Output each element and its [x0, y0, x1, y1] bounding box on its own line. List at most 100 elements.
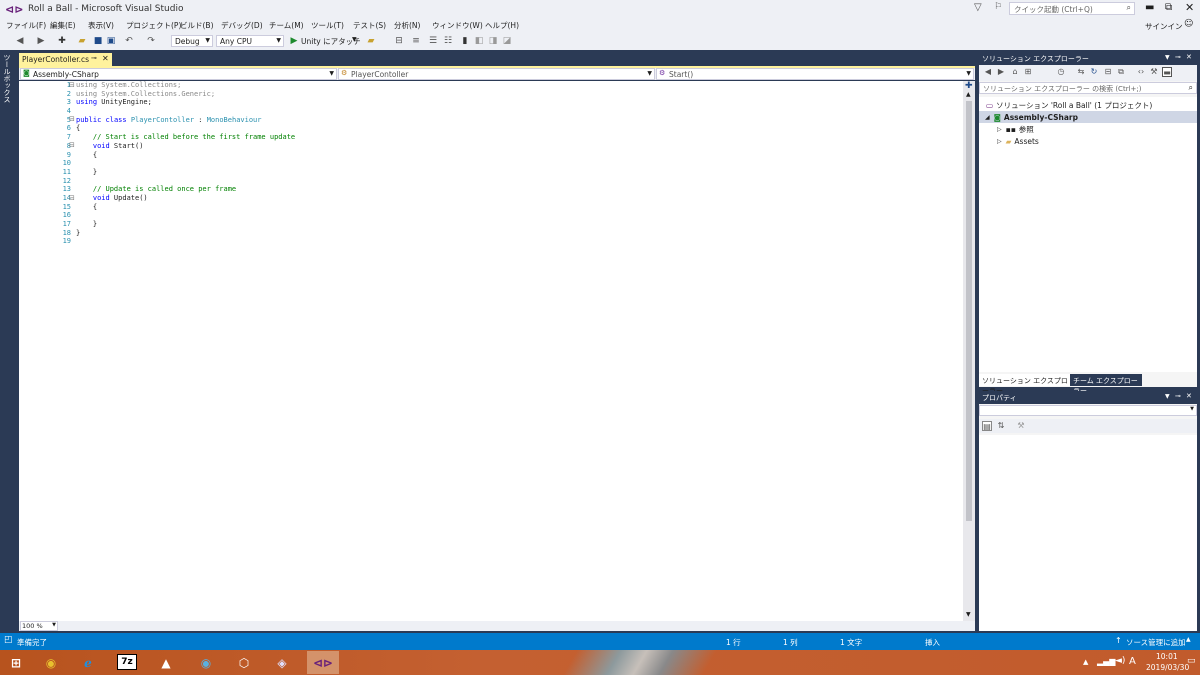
nav-member-dropdown[interactable]: ⚙ Start() ▼: [656, 68, 974, 80]
properties-object-selector[interactable]: ▼: [979, 405, 1197, 416]
alphabetical-icon[interactable]: ⇅: [996, 421, 1006, 431]
chrome-icon[interactable]: ◉: [40, 652, 62, 673]
back-icon[interactable]: ◀: [983, 67, 993, 77]
tray-chevron-icon[interactable]: ▲: [1083, 658, 1088, 666]
close-icon[interactable]: ✕: [1186, 392, 1192, 400]
sync-icon[interactable]: ⇆: [1076, 67, 1086, 77]
forward-icon[interactable]: ▶: [996, 67, 1006, 77]
vertical-scrollbar[interactable]: ✚ ▲ ▼: [963, 81, 975, 621]
panel-menu-icon[interactable]: ▼: [1165, 54, 1170, 61]
toolbox-side-tab[interactable]: ツールボックス: [2, 52, 16, 112]
menu-tools[interactable]: ツール(T): [311, 20, 344, 31]
property-pages-icon[interactable]: ⚒: [1016, 421, 1026, 431]
play-icon[interactable]: ▶: [289, 35, 299, 47]
open-file-icon[interactable]: ▰: [76, 35, 88, 47]
categorized-icon[interactable]: ▤: [982, 421, 992, 431]
collapse-toggle-icon[interactable]: ⊟: [69, 81, 75, 89]
solution-search-input[interactable]: ソリューション エクスプローラー の検索 (Ctrl+;): [983, 84, 1141, 94]
refresh-icon[interactable]: ↻: [1089, 67, 1099, 77]
collapse-all-icon[interactable]: ⊟: [1103, 67, 1113, 77]
menu-edit[interactable]: 編集(E): [50, 20, 76, 31]
onigiri-app-icon[interactable]: ▲: [155, 652, 177, 673]
menu-window[interactable]: ウィンドウ(W): [432, 20, 483, 31]
solution-search-box[interactable]: ソリューション エクスプローラー の検索 (Ctrl+;) ⌕: [979, 82, 1197, 94]
platform-dropdown[interactable]: Any CPU ▼: [216, 35, 284, 47]
volume-icon[interactable]: ◄): [1115, 656, 1125, 666]
windows-start-icon[interactable]: ⊞: [5, 652, 27, 673]
close-button[interactable]: ✕: [1185, 1, 1194, 14]
undo-icon[interactable]: ↶: [123, 35, 135, 47]
minimize-button[interactable]: ▬: [1145, 2, 1154, 13]
account-icon[interactable]: ☺: [1184, 19, 1193, 29]
pin-icon[interactable]: ⊸: [91, 54, 97, 62]
indent-icon[interactable]: ≡: [410, 35, 422, 47]
switch-views-icon[interactable]: ⊞: [1023, 67, 1033, 77]
comment-icon[interactable]: ☰: [427, 35, 439, 47]
close-icon[interactable]: ✕: [1186, 53, 1192, 61]
menu-debug[interactable]: デバッグ(D): [221, 20, 263, 31]
nav-project-dropdown[interactable]: ◙ Assembly-CSharp ▼: [20, 68, 337, 80]
tree-item-assets[interactable]: ▷ ▰ Assets: [997, 135, 1039, 147]
flag-icon[interactable]: ▮: [459, 35, 471, 47]
collapse-toggle-icon[interactable]: ⊟: [69, 141, 75, 149]
pin-icon[interactable]: ⊸: [1175, 53, 1181, 61]
redo-icon[interactable]: ↷: [145, 35, 157, 47]
next-bookmark-icon[interactable]: ◨: [487, 35, 499, 47]
feedback-icon[interactable]: ⚐: [994, 2, 1002, 12]
chevron-up-icon[interactable]: ▲: [1186, 636, 1191, 643]
tree-item-solution[interactable]: ▭ ソリューション 'Roll a Ball' (1 プロジェクト): [986, 99, 1152, 111]
clear-bookmark-icon[interactable]: ◪: [501, 35, 513, 47]
clock-date[interactable]: 2019/03/30: [1146, 663, 1189, 672]
tree-item-project[interactable]: ◢ ◙ Assembly-CSharp: [979, 111, 1197, 123]
network-icon[interactable]: ▂▄▆: [1097, 657, 1115, 666]
menu-view[interactable]: 表示(V): [88, 20, 114, 31]
new-project-icon[interactable]: ✚: [56, 35, 68, 47]
panel-menu-icon[interactable]: ▼: [1165, 393, 1170, 400]
scroll-down-icon[interactable]: ▼: [966, 611, 971, 618]
unity-hub-icon[interactable]: ◈: [271, 652, 293, 673]
home-icon[interactable]: ⌂: [1010, 67, 1020, 77]
menu-file[interactable]: ファイル(F): [6, 20, 46, 31]
editor-tab[interactable]: PlayerContoller.cs ⊸ ✕: [19, 53, 112, 66]
quick-launch-input[interactable]: クイック起動 (Ctrl+Q): [1014, 4, 1093, 15]
notification-filter-icon[interactable]: ▽: [974, 2, 982, 13]
chrome-canary-icon[interactable]: ◉: [195, 652, 217, 673]
unity-icon[interactable]: ⬡: [233, 652, 255, 673]
menu-test[interactable]: テスト(S): [353, 20, 386, 31]
chevron-down-icon[interactable]: ▼: [352, 36, 357, 43]
uncomment-icon[interactable]: ☷: [442, 35, 454, 47]
show-all-files-icon[interactable]: ⧉: [1116, 67, 1126, 77]
split-icon[interactable]: ✚: [965, 81, 973, 91]
pending-changes-icon[interactable]: ◷: [1056, 67, 1066, 77]
save-icon[interactable]: ■: [92, 35, 104, 47]
back-icon[interactable]: ◀: [14, 35, 26, 47]
tree-item-references[interactable]: ▷ ▪▪ 参照: [997, 123, 1034, 135]
properties-wrench-icon[interactable]: ⚒: [1149, 67, 1159, 77]
notification-center-icon[interactable]: ▭: [1187, 656, 1196, 666]
forward-icon[interactable]: ▶: [35, 35, 47, 47]
bookmark-icon[interactable]: ▰: [365, 35, 377, 47]
close-icon[interactable]: ✕: [102, 54, 109, 63]
menu-analyze[interactable]: 分析(N): [394, 20, 420, 31]
config-dropdown[interactable]: Debug ▼: [171, 35, 213, 47]
pin-icon[interactable]: ⊸: [1175, 392, 1181, 400]
scrollbar-thumb[interactable]: [966, 101, 972, 521]
code-editor[interactable]: 1 2 3 4 5 6 7 8 9 10 11 12 13 14 15 16 1…: [19, 81, 963, 621]
tab-solution-explorer[interactable]: ソリューション エクスプローラー: [979, 374, 1070, 395]
nav-class-dropdown[interactable]: ⚙ PlayerContoller ▼: [338, 68, 655, 80]
prev-bookmark-icon[interactable]: ◧: [473, 35, 485, 47]
source-control-button[interactable]: ソース管理に追加: [1126, 637, 1186, 648]
step-icon[interactable]: ⊟: [393, 35, 405, 47]
internet-explorer-icon[interactable]: ℯ: [77, 652, 99, 673]
view-code-icon[interactable]: ‹›: [1136, 67, 1146, 77]
collapse-toggle-icon[interactable]: ⊟: [69, 194, 75, 202]
menu-build[interactable]: ビルド(B): [180, 20, 214, 31]
tab-team-explorer[interactable]: チーム エクスプローラー: [1070, 374, 1142, 395]
collapse-toggle-icon[interactable]: ⊟: [69, 115, 75, 123]
menu-help[interactable]: ヘルプ(H): [485, 20, 519, 31]
zoom-dropdown[interactable]: 100 % ▼: [20, 621, 58, 631]
quick-launch-box[interactable]: クイック起動 (Ctrl+Q) ⌕: [1009, 2, 1135, 15]
signin-link[interactable]: サインイン: [1145, 21, 1183, 32]
save-all-icon[interactable]: ▣: [105, 35, 117, 47]
clock-time[interactable]: 10:01: [1156, 652, 1178, 661]
